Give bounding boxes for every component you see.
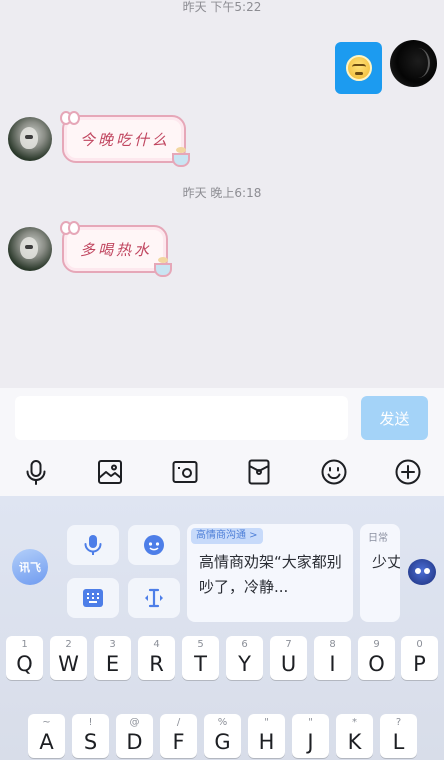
timestamp: 昨天 晚上6:18: [182, 186, 262, 200]
suggestion-card[interactable]: 日常 少丈成为: [360, 524, 400, 622]
key-a[interactable]: ~ A: [28, 714, 65, 758]
cursor-move-button[interactable]: [128, 578, 180, 618]
voice-icon: [84, 535, 102, 555]
input-bar: 发送: [0, 388, 444, 448]
message-input[interactable]: [15, 396, 348, 440]
key-s[interactable]: ! S: [72, 714, 109, 758]
sticker-text: 多喝热水: [80, 240, 153, 259]
emoji-icon[interactable]: [320, 458, 348, 486]
key-u[interactable]: 7U: [270, 636, 307, 680]
xunfei-logo-button[interactable]: 讯飞: [12, 549, 48, 585]
microphone-icon[interactable]: [22, 458, 50, 486]
key-r[interactable]: 4R: [138, 636, 175, 680]
key-d[interactable]: @ D: [116, 714, 153, 758]
bow-icon: [60, 221, 80, 235]
key-w[interactable]: 2W: [50, 636, 87, 680]
self-emoji-message[interactable]: [335, 42, 382, 94]
key-q[interactable]: 1Q: [6, 636, 43, 680]
sticker-message[interactable]: 今晚吃什么: [60, 111, 190, 167]
sticker-message[interactable]: 多喝热水: [60, 221, 172, 277]
bow-icon: [60, 111, 80, 125]
emoji-face-icon: [345, 55, 372, 81]
sticker-text: 今晚吃什么: [80, 130, 171, 149]
key-g[interactable]: % G: [204, 714, 241, 758]
key-p[interactable]: 0P: [401, 636, 438, 680]
key-l[interactable]: ? L: [380, 714, 417, 758]
assistant-icon: [144, 535, 164, 555]
image-icon[interactable]: [96, 458, 124, 486]
keyboard-icon: [83, 589, 103, 607]
card-text: 高情商劝架“大家都别吵了，冷静...: [199, 553, 342, 596]
cursor-icon: [145, 588, 163, 608]
key-y[interactable]: 6Y: [226, 636, 263, 680]
card-tag: 高情商沟通 >: [191, 528, 263, 544]
key-f[interactable]: / F: [160, 714, 197, 758]
key-i[interactable]: 8I: [314, 636, 351, 680]
chat-toolbar: [0, 448, 444, 496]
card-tag: 日常: [368, 533, 388, 544]
key-e[interactable]: 3E: [94, 636, 131, 680]
keyboard-switch-button[interactable]: [67, 578, 119, 618]
key-h[interactable]: " H: [248, 714, 285, 758]
contact-avatar[interactable]: [8, 227, 52, 271]
send-button[interactable]: 发送: [361, 396, 428, 440]
assistant-button[interactable]: [128, 525, 180, 565]
ime-keyboard: 讯飞 高情商沟通 > 高情商劝架“大家都别吵了，冷静... 日常 少丈 1 Q …: [0, 496, 444, 760]
chat-area: 昨天 下午5:22 今晚吃什么 昨天 晚上6:18 多喝热水: [0, 0, 444, 388]
self-avatar[interactable]: [390, 40, 437, 87]
plus-icon[interactable]: [394, 458, 422, 486]
card-text: 少丈成为: [372, 553, 400, 571]
key-t[interactable]: 5T: [182, 636, 219, 680]
cup-icon: [154, 257, 172, 277]
timestamp: 昨天 下午5:22: [182, 0, 262, 14]
voice-input-button[interactable]: [67, 525, 119, 565]
contact-avatar[interactable]: [8, 117, 52, 161]
key-o[interactable]: 9O: [358, 636, 395, 680]
red-packet-icon[interactable]: [245, 458, 273, 486]
camera-icon[interactable]: [171, 458, 199, 486]
cup-icon: [172, 147, 190, 167]
key-k[interactable]: * K: [336, 714, 373, 758]
suggestion-card[interactable]: 高情商沟通 > 高情商劝架“大家都别吵了，冷静...: [187, 524, 353, 622]
key-j[interactable]: " J: [292, 714, 329, 758]
mascot-icon[interactable]: [408, 559, 436, 585]
